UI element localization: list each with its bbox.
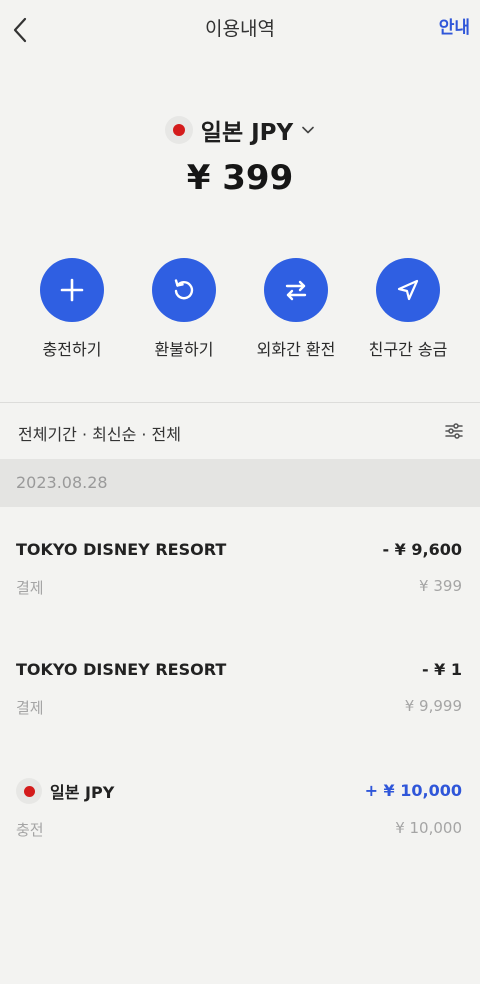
header-bar: 이용내역 안내 <box>0 0 480 56</box>
filter-summary: 전체기간 · 최신순 · 전체 <box>18 425 181 444</box>
transaction-amount: - ¥ 1 <box>421 660 462 679</box>
currency-selector[interactable]: 일본 JPY <box>0 112 480 148</box>
transaction-merchant-with-flag: 일본 JPY <box>16 778 114 804</box>
charge-label: 충전하기 <box>42 340 102 359</box>
transaction-balance: ¥ 399 <box>419 577 462 595</box>
page-title: 이용내역 <box>205 18 275 40</box>
exchange-button[interactable]: 외화간 환전 <box>240 258 352 360</box>
refund-icon <box>174 279 194 300</box>
date-group-header: 2023.08.28 <box>0 459 480 507</box>
transaction-amount: - ¥ 9,600 <box>382 540 462 559</box>
send-icon <box>397 279 419 301</box>
transaction-amount: + ¥ 10,000 <box>364 781 462 800</box>
guide-link[interactable]: 안내 <box>439 13 470 38</box>
transaction-item[interactable]: TOKYO DISNEY RESORT - ¥ 1 결제 ¥ 9,999 <box>0 660 480 740</box>
date-label: 2023.08.28 <box>16 473 108 492</box>
transaction-balance: ¥ 10,000 <box>395 819 462 837</box>
send-button[interactable]: 친구간 송금 <box>352 258 464 360</box>
exchange-icon <box>285 280 307 301</box>
transaction-type: 충전 <box>16 821 44 839</box>
transaction-item[interactable]: 일본 JPY + ¥ 10,000 충전 ¥ 10,000 <box>0 778 480 861</box>
transaction-merchant: TOKYO DISNEY RESORT <box>16 660 227 679</box>
charge-button[interactable]: 충전하기 <box>16 258 128 360</box>
plus-icon <box>60 278 84 302</box>
transaction-type: 결제 <box>16 699 44 717</box>
transaction-merchant: TOKYO DISNEY RESORT <box>16 540 227 559</box>
wallet-balance: ¥ 399 <box>186 158 294 198</box>
exchange-label: 외화간 환전 <box>256 340 336 359</box>
currency-name: 일본 JPY <box>200 120 294 146</box>
refund-label: 환불하기 <box>154 340 214 359</box>
transaction-type: 결제 <box>16 579 44 597</box>
filter-settings-icon[interactable] <box>444 421 464 441</box>
transaction-merchant: 일본 JPY <box>50 783 115 802</box>
transaction-balance: ¥ 9,999 <box>404 697 462 715</box>
filter-row[interactable]: 전체기간 · 최신순 · 전체 <box>0 403 480 459</box>
chevron-down-icon <box>302 126 315 134</box>
action-buttons: 충전하기 환불하기 외화간 환전 친구간 송금 <box>16 258 464 360</box>
send-label: 친구간 송금 <box>368 340 448 359</box>
refund-button[interactable]: 환불하기 <box>128 258 240 360</box>
japan-flag-icon <box>16 778 42 804</box>
transaction-item[interactable]: TOKYO DISNEY RESORT - ¥ 9,600 결제 ¥ 399 <box>0 540 480 620</box>
japan-flag-icon <box>164 116 193 144</box>
